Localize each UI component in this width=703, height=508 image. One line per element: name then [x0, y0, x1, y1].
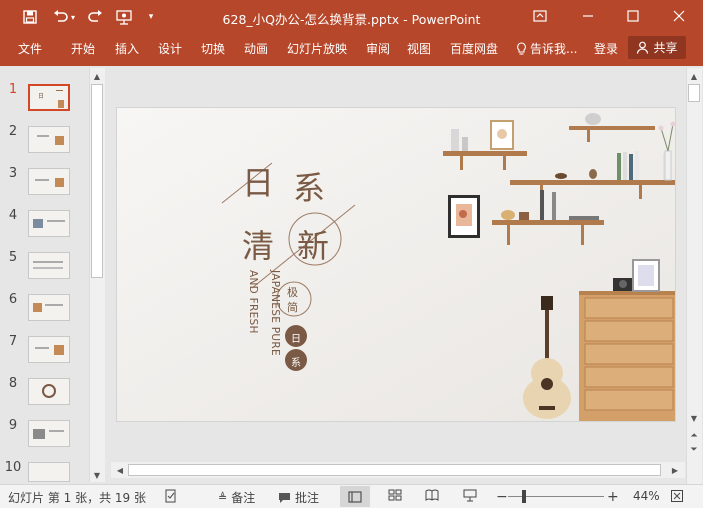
slide-canvas[interactable]: 日 系 清 新 极 简 日 系 JAPANESE PURE AND FRESH: [116, 107, 676, 422]
normal-view-icon: [348, 490, 362, 503]
redo-icon[interactable]: [84, 7, 106, 27]
tab-home[interactable]: 开始: [71, 40, 95, 57]
thumbnail-number: 8: [8, 376, 18, 391]
thumbnail-preview: 日: [30, 86, 68, 109]
close-icon[interactable]: [665, 5, 693, 27]
status-bar: 幻灯片 第 1 张，共 19 张 ≜ 备注 批注 − + 44%: [0, 484, 703, 508]
save-icon[interactable]: [19, 7, 41, 27]
notes-icon: ≜: [218, 491, 228, 504]
tab-animations[interactable]: 动画: [244, 40, 268, 57]
login-link[interactable]: 登录: [594, 40, 618, 57]
slide-background: [117, 108, 675, 421]
tab-design[interactable]: 设计: [158, 40, 182, 57]
slide-char-jian: 简: [287, 301, 298, 314]
tab-file[interactable]: 文件: [18, 40, 42, 57]
normal-view-button[interactable]: [340, 486, 370, 507]
maximize-icon[interactable]: [619, 5, 647, 27]
lightbulb-icon: [517, 41, 526, 55]
zoom-level[interactable]: 44%: [633, 489, 660, 503]
tab-baidu-netdisk[interactable]: 百度网盘: [450, 40, 498, 57]
slide-char-xin: 新: [297, 227, 330, 265]
svg-text:日: 日: [38, 93, 44, 100]
slide-badge-xi: 系: [291, 358, 301, 369]
slide-scroll-thumb[interactable]: [688, 84, 700, 102]
scroll-left-icon[interactable]: ◀: [113, 463, 127, 477]
thumbnail-number: 6: [8, 292, 18, 307]
ribbon-display-options-icon[interactable]: [526, 5, 554, 27]
start-from-beginning-icon[interactable]: [112, 7, 136, 27]
thumbnail-number: 1: [8, 82, 18, 97]
slide-thumbnail-5[interactable]: [28, 252, 70, 279]
slide-thumbnail-8[interactable]: [28, 378, 70, 405]
fit-to-window-icon[interactable]: [670, 489, 684, 503]
zoom-in-icon[interactable]: +: [607, 489, 619, 505]
next-slide-icon[interactable]: ⏷: [687, 443, 701, 457]
tab-transitions[interactable]: 切换: [201, 40, 225, 57]
thumbnail-number: 7: [8, 334, 18, 349]
slide-char-ri: 日: [242, 164, 275, 202]
slide-horizontal-scroll-thumb[interactable]: [128, 464, 661, 476]
comments-label: 批注: [295, 491, 320, 505]
notes-label: 备注: [231, 491, 256, 505]
slide-char-qing: 清: [242, 227, 275, 265]
thumbnail-number: 2: [8, 124, 18, 139]
slide-thumbnail-10[interactable]: [28, 462, 70, 482]
thumbnail-number: 4: [8, 208, 18, 223]
slide-thumbnail-7[interactable]: [28, 336, 70, 363]
slide-thumbnail-2[interactable]: [28, 126, 70, 153]
slide-counter: 幻灯片 第 1 张，共 19 张: [8, 491, 146, 505]
slide-char-xi: 系: [293, 169, 326, 207]
reading-view-icon[interactable]: [425, 489, 439, 501]
scroll-down-icon[interactable]: ▼: [90, 468, 104, 482]
slide-english-line1: JAPANESE PURE: [269, 270, 281, 356]
spell-check-icon[interactable]: [164, 489, 178, 503]
zoom-out-icon[interactable]: −: [496, 489, 508, 505]
minimize-icon[interactable]: [574, 5, 602, 27]
ribbon-tab-bar: 文件 开始 插入 设计 切换 动画 幻灯片放映 审阅 视图 百度网盘 告诉我..…: [0, 34, 703, 62]
thumbnail-number: 3: [8, 166, 18, 181]
comments-button[interactable]: 批注: [278, 489, 319, 506]
slide-thumbnail-6[interactable]: [28, 294, 70, 321]
tell-me-search[interactable]: 告诉我...: [516, 40, 577, 57]
tab-review[interactable]: 审阅: [366, 40, 390, 57]
thumbnail-number: 9: [8, 418, 18, 433]
thumbnail-number: 10: [4, 460, 22, 475]
tab-view[interactable]: 视图: [407, 40, 431, 57]
tab-slideshow[interactable]: 幻灯片放映: [287, 40, 347, 57]
scroll-up-icon[interactable]: ▲: [687, 69, 701, 83]
scroll-down-icon[interactable]: ▼: [687, 411, 701, 425]
person-icon: [637, 41, 649, 54]
slide-char-ji: 极: [287, 286, 298, 299]
slide-thumbnail-9[interactable]: [28, 420, 70, 447]
slide-sorter-icon[interactable]: [388, 489, 402, 501]
comment-icon: [279, 492, 290, 503]
share-button[interactable]: 共享: [628, 36, 686, 59]
slide-thumbnail-1[interactable]: 日: [28, 84, 70, 111]
notes-button[interactable]: ≜ 备注: [218, 489, 255, 506]
slide-thumbnail-4[interactable]: [28, 210, 70, 237]
scroll-right-icon[interactable]: ▶: [668, 463, 682, 477]
thumbnail-number: 5: [8, 250, 18, 265]
scroll-up-icon[interactable]: ▲: [90, 69, 104, 83]
customize-toolbar-icon[interactable]: ▾: [144, 7, 158, 27]
zoom-slider-thumb[interactable]: [522, 490, 526, 503]
previous-slide-icon[interactable]: ⏶: [687, 429, 701, 443]
thumbnails-scroll-thumb[interactable]: [91, 84, 103, 278]
tell-me-label: 告诉我...: [530, 42, 578, 56]
tab-insert[interactable]: 插入: [115, 40, 139, 57]
slide-english-line2: AND FRESH: [247, 270, 259, 334]
slideshow-icon[interactable]: [463, 489, 477, 502]
slide-badge-ri: 日: [291, 334, 301, 345]
share-label: 共享: [653, 41, 678, 55]
slide-thumbnail-3[interactable]: [28, 168, 70, 195]
undo-dropdown-icon[interactable]: ▾: [68, 7, 78, 27]
title-bar: ▾ ▾ 628_小Q办公-怎么换背景.pptx - PowerPoint: [0, 0, 703, 34]
